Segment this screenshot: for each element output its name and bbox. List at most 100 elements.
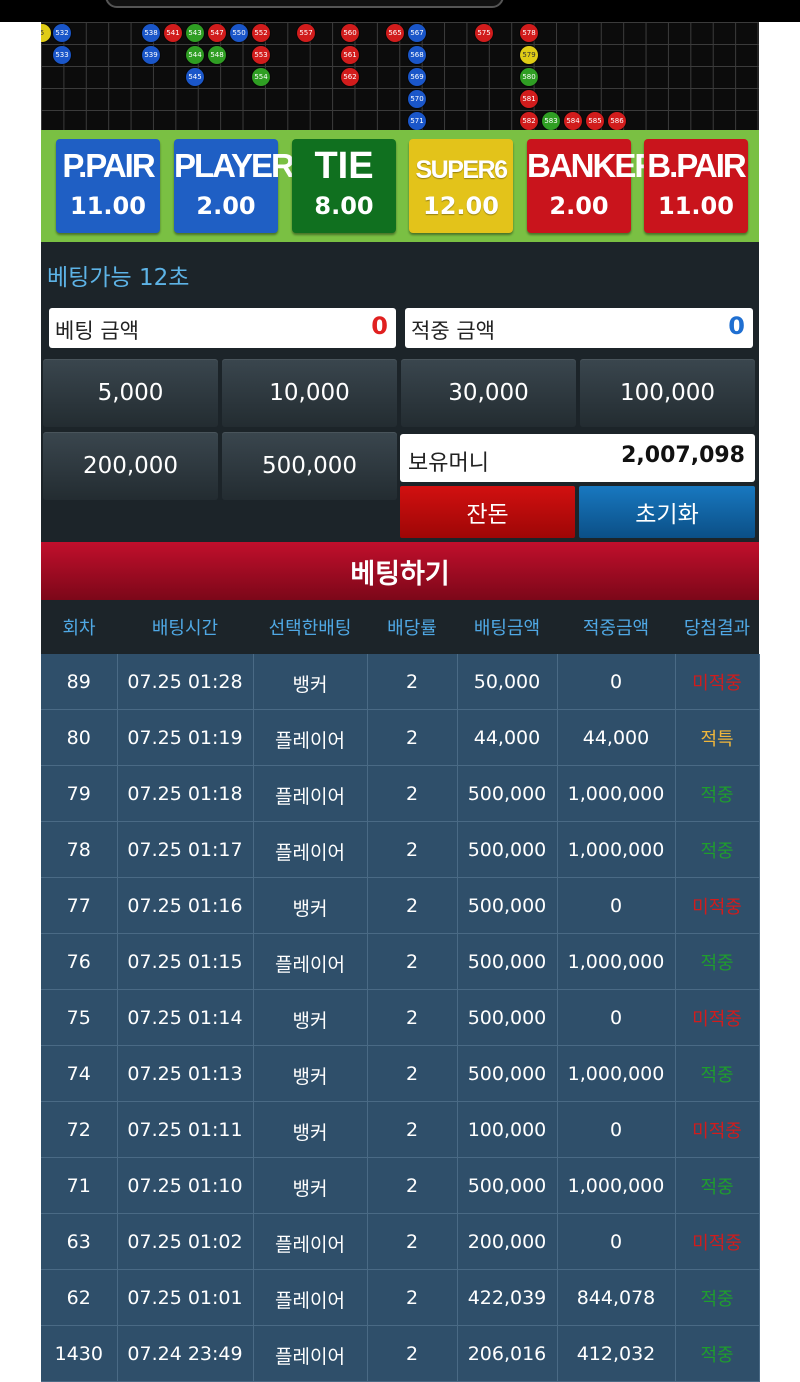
cell-win-amount: 1,000,000 (557, 933, 676, 990)
cell-result: 적중 (675, 765, 760, 822)
cell-selected-bet: 뱅커 (253, 654, 368, 710)
cell-selected-bet: 플레이어 (253, 1213, 368, 1270)
cell-selected-bet: 뱅커 (253, 1157, 368, 1214)
bead-584: 584 (564, 112, 582, 130)
cell-round: 1430 (41, 1325, 118, 1382)
cell-win-amount: 412,032 (557, 1325, 676, 1382)
bead-580: 580 (520, 68, 538, 86)
cell-bet-amount: 200,000 (457, 1213, 558, 1270)
win-amount-value: 0 (728, 312, 745, 340)
bet-option-name: BANKER (527, 147, 658, 184)
bet-option-odds: 2.00 (196, 192, 256, 220)
cell-win-amount: 844,078 (557, 1269, 676, 1326)
chip-5000[interactable]: 5,000 (43, 359, 218, 427)
bead-547: 547 (208, 24, 226, 42)
cell-odds: 2 (367, 1213, 458, 1270)
bet-options-bar: P.PAIR 11.00 PLAYER 2.00 TIE 8.00 SUPER6 12.00 B… (41, 130, 759, 242)
cell-odds: 2 (367, 877, 458, 934)
bet-option-tie[interactable]: TIE 8.00 (292, 139, 396, 233)
cell-selected-bet: 뱅커 (253, 989, 368, 1046)
cell-bet-amount: 500,000 (457, 877, 558, 934)
bead-567: 567 (408, 24, 426, 42)
win-amount-label: 적중 금액 (411, 319, 495, 343)
cell-selected-bet: 뱅커 (253, 1101, 368, 1158)
chip-200000[interactable]: 200,000 (43, 432, 218, 500)
header-win-amount: 적중금액 (557, 600, 675, 654)
table-header-row: 회차 배팅시간 선택한배팅 배당률 배팅금액 적중금액 당첨결과 (41, 600, 759, 654)
cell-odds: 2 (367, 1045, 458, 1102)
bead-539: 539 (142, 46, 160, 64)
cell-selected-bet: 플레이어 (253, 765, 368, 822)
bead-582: 582 (520, 112, 538, 130)
bead-543: 543 (186, 24, 204, 42)
cell-result: 미적중 (675, 654, 760, 710)
bead-541: 541 (164, 24, 182, 42)
cell-round: 72 (41, 1101, 118, 1158)
bead-548: 548 (208, 46, 226, 64)
cell-selected-bet: 플레이어 (253, 933, 368, 990)
cell-bet-time: 07.25 01:11 (117, 1101, 254, 1158)
cell-selected-bet: 뱅커 (253, 877, 368, 934)
chip-10000[interactable]: 10,000 (222, 359, 397, 427)
cell-selected-bet: 플레이어 (253, 1325, 368, 1382)
cell-bet-amount: 500,000 (457, 821, 558, 878)
bead-575: 575 (475, 24, 493, 42)
bet-amount-label: 베팅 금액 (55, 319, 139, 343)
bead-532: 532 (53, 24, 71, 42)
bet-option-p-pair[interactable]: P.PAIR 11.00 (56, 139, 160, 233)
cell-odds: 2 (367, 1325, 458, 1382)
cell-bet-time: 07.25 01:02 (117, 1213, 254, 1270)
cell-bet-time: 07.25 01:16 (117, 877, 254, 934)
cell-win-amount: 1,000,000 (557, 821, 676, 878)
bet-option-b-pair[interactable]: B.PAIR 11.00 (644, 139, 748, 233)
table-row: 77 07.25 01:16 뱅커 2 500,000 0 미적중 (41, 877, 760, 934)
bead-road: 5 532 533 538 539 541 543 544 545 547 548 550 552 553… (41, 22, 759, 130)
reset-button[interactable]: 초기화 (579, 486, 755, 538)
win-amount-box: 적중 금액 0 (405, 308, 753, 348)
cell-result: 미적중 (675, 989, 760, 1046)
place-bet-button[interactable]: 베팅하기 (41, 542, 759, 600)
cell-bet-amount: 422,039 (457, 1269, 558, 1326)
bead-562: 562 (341, 68, 359, 86)
cell-bet-time: 07.25 01:28 (117, 654, 254, 710)
cell-bet-time: 07.24 23:49 (117, 1325, 254, 1382)
table-row: 72 07.25 01:11 뱅커 2 100,000 0 미적중 (41, 1101, 760, 1158)
bet-amount-box: 베팅 금액 0 (49, 308, 396, 348)
chip-100000[interactable]: 100,000 (580, 359, 755, 427)
bead-586: 586 (608, 112, 626, 130)
cell-result: 적중 (675, 933, 760, 990)
bet-option-name: SUPER6 (415, 156, 508, 184)
cell-round: 77 (41, 877, 118, 934)
table-row: 74 07.25 01:13 뱅커 2 500,000 1,000,000 적중 (41, 1045, 760, 1102)
chip-500000[interactable]: 500,000 (222, 432, 397, 500)
balance-box: 보유머니 2,007,098 (400, 434, 755, 482)
cell-win-amount: 0 (557, 989, 676, 1046)
bead-583: 583 (542, 112, 560, 130)
cell-bet-amount: 500,000 (457, 765, 558, 822)
table-row: 78 07.25 01:17 플레이어 2 500,000 1,000,000 적중 (41, 821, 760, 878)
table-row: 62 07.25 01:01 플레이어 2 422,039 844,078 적중 (41, 1269, 760, 1326)
bet-option-name: P.PAIR (62, 147, 155, 184)
cell-odds: 2 (367, 989, 458, 1046)
table-row: 89 07.25 01:28 뱅커 2 50,000 0 미적중 (41, 654, 760, 710)
cell-round: 63 (41, 1213, 118, 1270)
header-odds: 배당률 (367, 600, 457, 654)
cell-bet-time: 07.25 01:18 (117, 765, 254, 822)
bet-amount-value: 0 (371, 312, 388, 340)
baccarat-app: 5 532 533 538 539 541 543 544 545 547 548 550 552 553… (41, 22, 760, 1382)
chip-30000[interactable]: 30,000 (401, 359, 576, 427)
header-round: 회차 (41, 600, 117, 654)
cell-win-amount: 1,000,000 (557, 1045, 676, 1102)
bet-option-player[interactable]: PLAYER 2.00 (174, 139, 295, 233)
cell-odds: 2 (367, 1101, 458, 1158)
bet-option-super6[interactable]: SUPER6 12.00 (409, 139, 513, 233)
bet-history-table: 회차 배팅시간 선택한배팅 배당률 배팅금액 적중금액 당첨결과 89 07.25… (41, 600, 760, 1382)
cell-round: 78 (41, 821, 118, 878)
cell-odds: 2 (367, 1269, 458, 1326)
change-button[interactable]: 잔돈 (400, 486, 575, 538)
balance-value: 2,007,098 (621, 443, 745, 468)
bet-option-name: TIE (314, 145, 374, 187)
bet-option-banker[interactable]: BANKER 2.00 (527, 139, 658, 233)
table-row: 1430 07.24 23:49 플레이어 2 206,016 412,032 적중 (41, 1325, 760, 1382)
device-notch (105, 0, 504, 8)
